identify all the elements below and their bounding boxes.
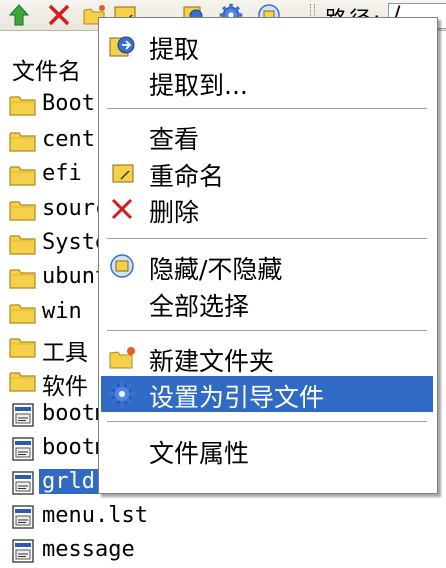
folder-icon: [8, 368, 38, 394]
folder-icon: [8, 128, 38, 154]
menu-item-extract-to[interactable]: 提取到...: [101, 64, 433, 100]
context-menu: 提取 提取到... 查看 重命名 删除 隐藏/不隐藏 全部选择 新建文件夹 设置…: [98, 17, 438, 494]
menu-item-label: 设置为引导文件: [149, 383, 325, 412]
up-arrow-icon[interactable]: [6, 2, 32, 28]
file-icon: [8, 538, 38, 564]
extract-icon: [107, 32, 137, 60]
folder-icon: [8, 197, 38, 223]
file-name: efi: [42, 161, 82, 186]
file-name: message: [42, 537, 135, 562]
menu-item-rename[interactable]: 重命名: [101, 155, 433, 191]
folder-icon: [8, 265, 38, 291]
menu-item-delete[interactable]: 删除: [101, 191, 433, 227]
menu-item-label: 查看: [149, 125, 200, 154]
menu-item-label: 提取到...: [149, 71, 248, 100]
menu-item-label: 新建文件夹: [149, 347, 275, 376]
menu-item-label: 全部选择: [149, 292, 250, 321]
column-header-filename[interactable]: 文件名: [12, 52, 81, 86]
menu-item-label: 文件属性: [149, 439, 250, 468]
file-name: 软件: [42, 374, 88, 400]
file-name: Boot: [42, 91, 95, 116]
file-icon: [8, 436, 38, 462]
list-item[interactable]: message: [8, 536, 158, 566]
menu-separator: [107, 421, 427, 423]
file-name: 工具: [42, 340, 88, 366]
menu-item-select-all[interactable]: 全部选择: [101, 285, 433, 321]
menu-item-properties[interactable]: 文件属性: [101, 432, 433, 468]
file-icon: [8, 470, 38, 496]
file-name: win: [42, 299, 82, 324]
folder-icon: [8, 334, 38, 360]
hide-toggle-icon: [107, 252, 137, 280]
menu-item-view[interactable]: 查看: [101, 118, 433, 154]
menu-item-extract[interactable]: 提取: [101, 28, 433, 64]
file-name: menu.lst: [42, 503, 148, 528]
file-icon: [8, 504, 38, 530]
list-item[interactable]: menu.lst: [8, 502, 158, 532]
menu-item-label: 隐藏/不隐藏: [149, 255, 283, 284]
file-name: cent: [42, 127, 95, 152]
menu-item-hide-toggle[interactable]: 隐藏/不隐藏: [101, 248, 433, 284]
menu-separator: [107, 108, 427, 110]
menu-separator: [107, 330, 427, 332]
delete-x-icon: [107, 195, 137, 223]
folder-icon: [8, 300, 38, 326]
folder-icon: [8, 231, 38, 257]
folder-icon: [8, 92, 38, 118]
file-icon: [8, 402, 38, 428]
menu-item-label: 重命名: [149, 162, 225, 191]
new-folder-icon: [107, 344, 137, 372]
menu-item-new-folder[interactable]: 新建文件夹: [101, 340, 433, 376]
menu-item-set-boot-file[interactable]: 设置为引导文件: [101, 376, 433, 412]
menu-item-label: 提取: [149, 35, 200, 64]
delete-x-icon[interactable]: [46, 2, 72, 28]
rename-icon: [107, 159, 137, 187]
folder-icon: [8, 162, 38, 188]
menu-item-label: 删除: [149, 198, 200, 227]
settings-gear-icon: [107, 380, 137, 408]
menu-separator: [107, 238, 427, 240]
